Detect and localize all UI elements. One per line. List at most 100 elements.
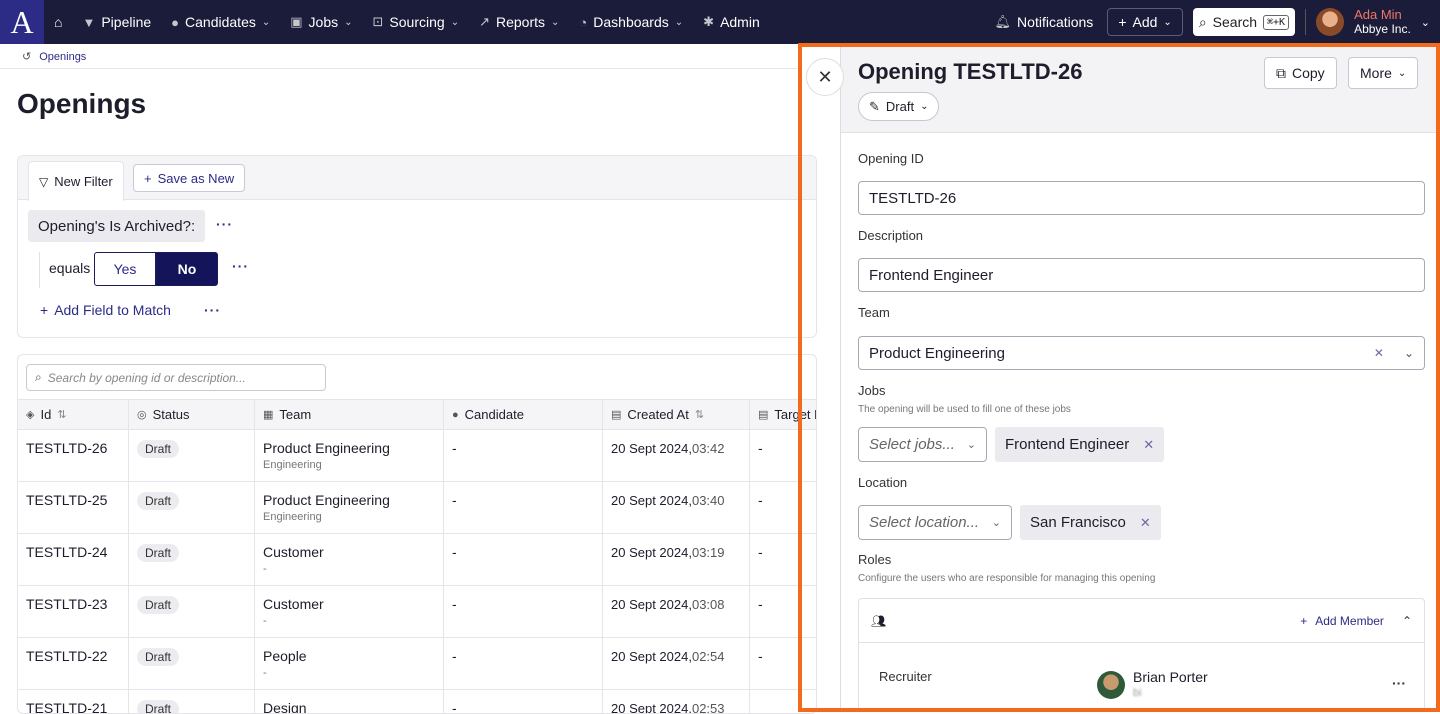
home-button[interactable]: ⌂ xyxy=(44,0,72,44)
field-more-button[interactable]: ··· xyxy=(216,216,233,232)
cell-team: Customer - xyxy=(255,534,444,586)
table-row[interactable]: TESTLTD-26 Draft Product Engineering Engine… xyxy=(18,430,816,482)
row-created-date: 20 Sept 2024, xyxy=(611,441,692,456)
table-row[interactable]: TESTLTD-24 Draft Customer - -20 Sept 2024,03… xyxy=(18,534,816,586)
cell-created-at: 20 Sept 2024,03:08 xyxy=(603,586,750,638)
table-row[interactable]: TESTLTD-23 Draft Customer - -20 Sept 2024,03… xyxy=(18,586,816,638)
table-row[interactable]: TESTLTD-21 Draft Design -20 Sept 2024,02:53 xyxy=(18,690,816,714)
plus-icon: + xyxy=(40,302,49,318)
row-target-hire: - xyxy=(758,648,763,664)
row-id[interactable]: TESTLTD-26 xyxy=(26,440,107,456)
sort-icon[interactable]: ⇅ xyxy=(695,408,704,421)
chevron-down-icon: ⌄ xyxy=(551,16,560,28)
chevron-down-icon[interactable]: ⌄ xyxy=(1421,16,1430,29)
row-created-date: 20 Sept 2024, xyxy=(611,597,692,612)
add-label: Add xyxy=(1132,14,1158,30)
funnel-icon: ▽ xyxy=(39,174,49,189)
history-icon: ↺ xyxy=(22,51,32,63)
cell-id: TESTLTD-24 xyxy=(18,534,129,586)
save-as-new-label: Save as New xyxy=(157,170,235,186)
column-id[interactable]: ◈ Id ⇅ xyxy=(18,400,129,429)
breadcrumb: ↺ Openings xyxy=(22,50,86,64)
person-icon: ● xyxy=(452,408,459,421)
sourcing-icon: ⊡ xyxy=(372,14,384,29)
save-as-new-button[interactable]: + Save as New xyxy=(133,164,246,192)
row-id[interactable]: TESTLTD-25 xyxy=(26,492,107,508)
nav-admin[interactable]: ✱ Admin xyxy=(693,0,770,44)
notifications-button[interactable]: 🔔︎ Notifications xyxy=(991,0,1098,44)
nav-jobs[interactable]: ▣ Jobs ⌄ xyxy=(280,0,362,44)
status-badge: Draft xyxy=(137,492,180,510)
app-logo[interactable]: A xyxy=(0,0,44,44)
breadcrumb-openings[interactable]: Openings xyxy=(39,51,86,63)
row-id[interactable]: TESTLTD-22 xyxy=(26,648,107,664)
openings-table-panel: ⌕ Search by opening id or description... … xyxy=(17,354,817,714)
nav-sourcing[interactable]: ⊡ Sourcing ⌄ xyxy=(363,0,470,44)
toggle-no[interactable]: No xyxy=(156,252,218,286)
search-placeholder: Search by opening id or description... xyxy=(47,370,246,385)
row-created-time: 03:19 xyxy=(691,545,725,560)
add-button[interactable]: + Add ⌄ xyxy=(1107,8,1183,36)
nav-pipeline[interactable]: ▼ Pipeline xyxy=(72,0,161,44)
add-field-button[interactable]: + Add Field to Match xyxy=(40,302,171,318)
filter-field[interactable]: Opening's Is Archived?: xyxy=(28,210,206,242)
column-team-label: Team xyxy=(279,407,312,422)
row-target-hire: - xyxy=(758,492,763,508)
dashboard-icon: ◔ xyxy=(579,14,588,30)
nav-admin-label: Admin xyxy=(720,14,760,30)
cell-created-at: 20 Sept 2024,02:53 xyxy=(603,690,750,714)
cell-created-at: 20 Sept 2024,03:42 xyxy=(603,430,750,482)
notifications-label: Notifications xyxy=(1017,14,1094,30)
column-team[interactable]: ▦ Team xyxy=(255,400,444,429)
row-id[interactable]: TESTLTD-24 xyxy=(26,544,107,560)
table-row[interactable]: TESTLTD-22 Draft People - -20 Sept 2024,02:5… xyxy=(18,638,816,690)
cell-candidate: - xyxy=(444,534,603,586)
column-candidate[interactable]: ● Candidate xyxy=(444,400,603,429)
cell-team: Product Engineering Engineering xyxy=(255,482,444,534)
nav-dashboards[interactable]: ◔ Dashboards ⌄ xyxy=(569,0,693,44)
cube-icon: ◈ xyxy=(26,409,35,421)
operator-more-button[interactable]: ··· xyxy=(232,258,249,274)
status-badge: Draft xyxy=(137,648,180,666)
cell-team: People - xyxy=(255,638,444,690)
bell-icon: 🔔︎ xyxy=(994,14,1012,29)
table-row[interactable]: TESTLTD-25 Draft Product Engineering Engine… xyxy=(18,482,816,534)
column-candidate-label: Candidate xyxy=(464,407,524,422)
chevron-down-icon: ⌄ xyxy=(344,16,353,28)
add-field-more-button[interactable]: ··· xyxy=(204,302,221,318)
close-icon: ✕ xyxy=(817,66,833,87)
nav-candidates[interactable]: ● Candidates ⌄ xyxy=(161,0,280,44)
tab-new-filter[interactable]: ▽ New Filter xyxy=(28,161,124,201)
user-avatar[interactable] xyxy=(1316,8,1345,36)
user-name: Ada Min xyxy=(1354,7,1402,22)
divider xyxy=(1305,9,1307,35)
row-team: Customer xyxy=(263,596,324,612)
cell-status: Draft xyxy=(129,690,255,713)
divider xyxy=(0,68,800,69)
plus-icon: + xyxy=(144,170,152,186)
yes-no-toggle: Yes No xyxy=(94,252,218,286)
toggle-yes[interactable]: Yes xyxy=(94,252,156,286)
close-drawer-button[interactable]: ✕ xyxy=(806,58,844,96)
filter-operator[interactable]: equals xyxy=(49,260,90,276)
column-created-at[interactable]: ▤ Created At ⇅ xyxy=(603,400,750,429)
sort-icon[interactable]: ⇅ xyxy=(57,408,66,421)
cell-team: Design xyxy=(255,690,444,713)
chevron-down-icon: ⌄ xyxy=(1163,16,1172,28)
row-team-department: - xyxy=(263,615,267,627)
table-search-input[interactable]: ⌕ Search by opening id or description... xyxy=(26,364,326,391)
row-candidate: - xyxy=(452,648,457,664)
nav-reports[interactable]: ↗ Reports ⌄ xyxy=(469,0,569,44)
briefcase-icon: ▣ xyxy=(290,14,303,29)
filter-icon: ▼ xyxy=(82,14,96,30)
cell-id: TESTLTD-25 xyxy=(18,482,129,534)
user-menu[interactable]: Ada Min Abbye Inc. xyxy=(1354,7,1411,37)
cell-id: TESTLTD-26 xyxy=(18,430,129,482)
search-button[interactable]: ⌕ Search ⌘+K xyxy=(1192,8,1296,36)
row-created-time: 02:53 xyxy=(691,701,725,714)
add-field-label: Add Field to Match xyxy=(54,302,171,318)
row-id[interactable]: TESTLTD-23 xyxy=(26,596,107,612)
cell-status: Draft xyxy=(129,586,255,638)
column-status[interactable]: ◎ Status xyxy=(129,400,255,429)
status-badge: Draft xyxy=(137,596,180,614)
